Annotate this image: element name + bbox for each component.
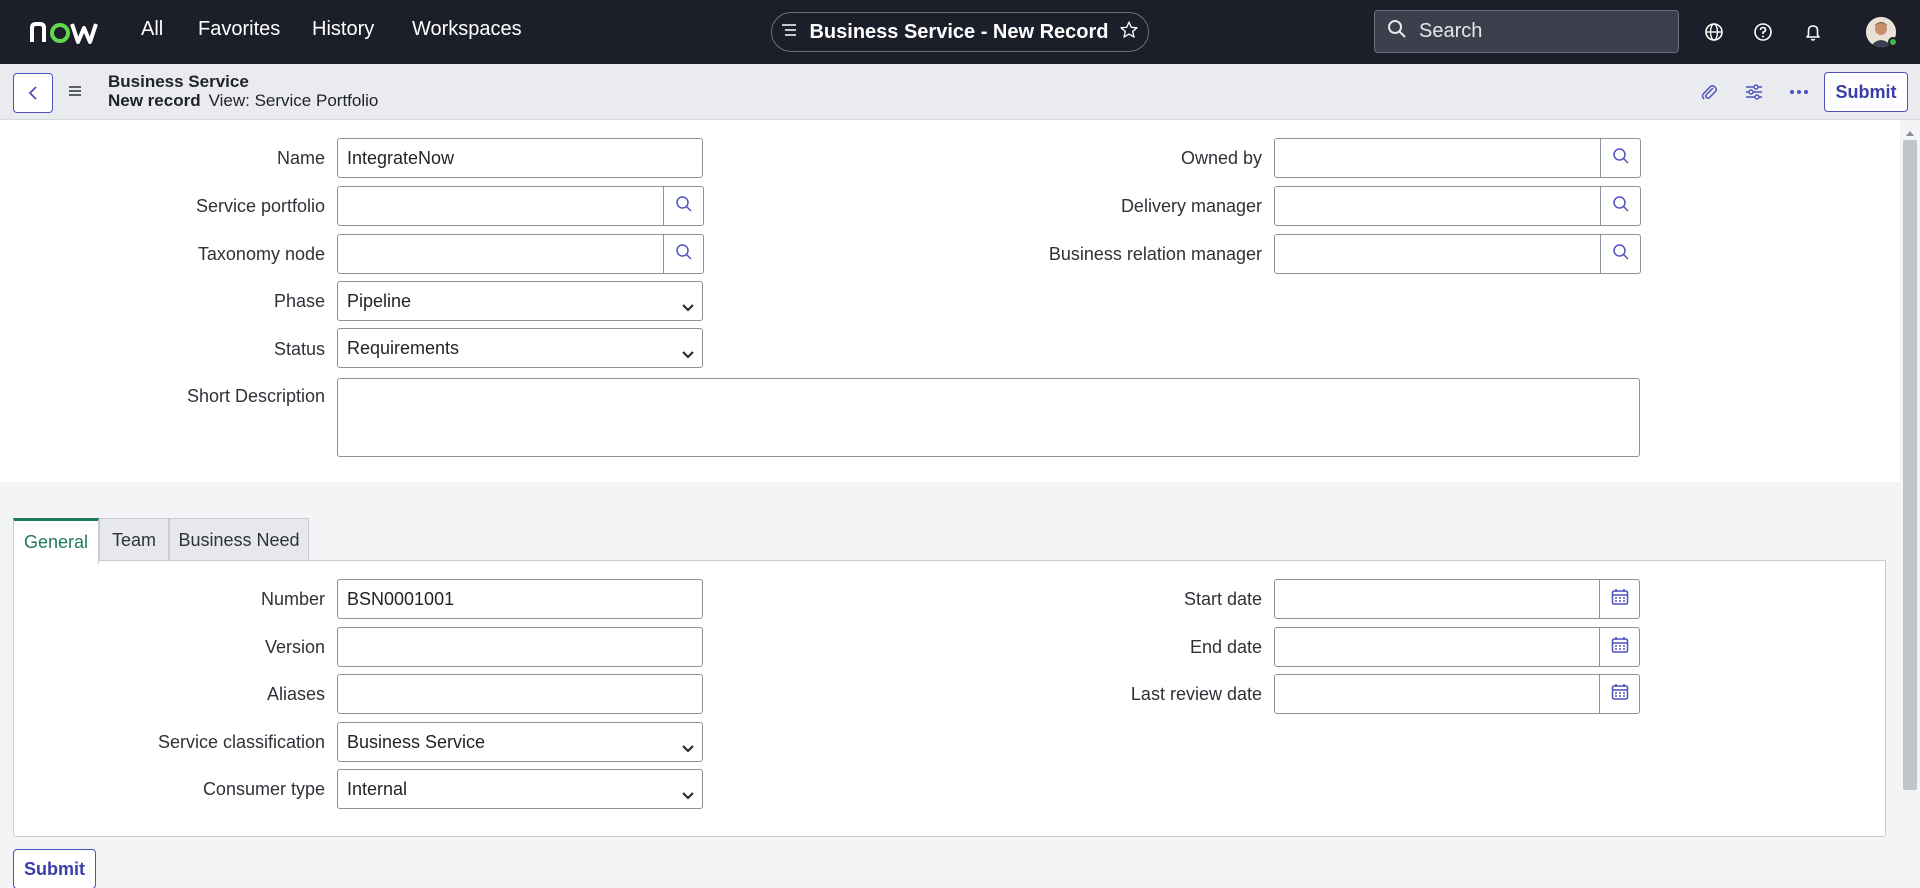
nav-all[interactable]: All bbox=[141, 18, 163, 41]
context-menu-icon[interactable] bbox=[67, 83, 83, 104]
tab-general[interactable]: General bbox=[13, 518, 99, 564]
short-description-textarea[interactable] bbox=[337, 378, 1640, 457]
top-navigation-bar: All Favorites History Workspaces Busines… bbox=[0, 0, 1920, 64]
globe-icon[interactable] bbox=[1702, 20, 1726, 44]
delivery-manager-lookup-button[interactable] bbox=[1601, 186, 1641, 226]
consumer-type-select[interactable]: Internal bbox=[337, 769, 703, 809]
name-label: Name bbox=[276, 148, 325, 168]
form-subtitle: New record View: Service Portfolio bbox=[108, 91, 378, 111]
phase-label: Phase bbox=[273, 291, 325, 311]
search-icon bbox=[675, 243, 693, 266]
number-label: Number bbox=[260, 589, 325, 609]
scrollbar-thumb[interactable] bbox=[1903, 140, 1917, 790]
chevron-down-icon bbox=[682, 296, 694, 317]
last-review-date-label: Last review date bbox=[1130, 684, 1262, 704]
nav-favorites[interactable]: Favorites bbox=[198, 18, 280, 41]
aliases-label: Aliases bbox=[266, 684, 325, 704]
record-title-pill[interactable]: Business Service - New Record bbox=[771, 12, 1149, 52]
servicenow-logo[interactable] bbox=[30, 16, 102, 48]
taxonomy-node-field[interactable] bbox=[337, 234, 664, 274]
service-classification-value: Business Service bbox=[347, 731, 486, 752]
owned-by-label: Owned by bbox=[1180, 148, 1262, 168]
name-field[interactable]: IntegrateNow bbox=[337, 138, 703, 178]
start-date-label: Start date bbox=[1183, 589, 1262, 609]
business-relation-manager-label: Business relation manager bbox=[1048, 244, 1262, 264]
submit-button-footer[interactable]: Submit bbox=[13, 849, 96, 888]
business-relation-manager-lookup-button[interactable] bbox=[1601, 234, 1641, 274]
form-header: Business Service New record View: Service… bbox=[0, 64, 1920, 120]
online-status-indicator bbox=[1888, 37, 1898, 47]
number-field[interactable]: BSN0001001 bbox=[337, 579, 703, 619]
search-icon bbox=[1387, 19, 1407, 44]
calendar-icon bbox=[1611, 683, 1629, 706]
record-title: Business Service - New Record bbox=[809, 20, 1109, 43]
start-date-picker-button[interactable] bbox=[1600, 579, 1640, 619]
phase-select[interactable]: Pipeline bbox=[337, 281, 703, 321]
short-description-label: Short Description bbox=[186, 386, 325, 406]
version-field[interactable] bbox=[337, 627, 703, 667]
version-label: Version bbox=[264, 637, 325, 657]
last-review-date-field[interactable] bbox=[1274, 674, 1600, 714]
aliases-field[interactable] bbox=[337, 674, 703, 714]
nav-history[interactable]: History bbox=[312, 18, 374, 41]
service-portfolio-lookup-button[interactable] bbox=[664, 186, 704, 226]
calendar-icon bbox=[1611, 588, 1629, 611]
last-review-date-picker-button[interactable] bbox=[1600, 674, 1640, 714]
calendar-icon bbox=[1611, 636, 1629, 659]
delivery-manager-label: Delivery manager bbox=[1120, 196, 1262, 216]
service-classification-select[interactable]: Business Service bbox=[337, 722, 703, 762]
taxonomy-node-label: Taxonomy node bbox=[197, 244, 325, 264]
global-search-input[interactable]: Search bbox=[1374, 10, 1679, 53]
taxonomy-node-lookup-button[interactable] bbox=[664, 234, 704, 274]
tab-business-need[interactable]: Business Need bbox=[169, 518, 309, 562]
search-icon bbox=[1612, 195, 1630, 218]
submit-button-header[interactable]: Submit bbox=[1824, 72, 1908, 112]
status-select[interactable]: Requirements bbox=[337, 328, 703, 368]
help-icon[interactable] bbox=[1751, 20, 1775, 44]
more-options-icon[interactable] bbox=[1787, 80, 1811, 104]
consumer-type-label: Consumer type bbox=[202, 779, 325, 799]
tab-team[interactable]: Team bbox=[99, 518, 169, 562]
owned-by-field[interactable] bbox=[1274, 138, 1601, 178]
notification-bell-icon[interactable] bbox=[1801, 20, 1825, 44]
business-relation-manager-field[interactable] bbox=[1274, 234, 1601, 274]
owned-by-lookup-button[interactable] bbox=[1601, 138, 1641, 178]
status-value: Requirements bbox=[347, 337, 460, 358]
chevron-down-icon bbox=[682, 737, 694, 758]
search-icon bbox=[1612, 147, 1630, 170]
attachment-paperclip-icon[interactable] bbox=[1697, 80, 1721, 104]
search-icon bbox=[1612, 243, 1630, 266]
chevron-down-icon bbox=[682, 784, 694, 805]
list-icon bbox=[781, 23, 797, 42]
service-portfolio-label: Service portfolio bbox=[195, 196, 325, 216]
service-portfolio-field[interactable] bbox=[337, 186, 664, 226]
phase-value: Pipeline bbox=[347, 290, 412, 311]
service-classification-label: Service classification bbox=[157, 732, 325, 752]
view-label: View: Service Portfolio bbox=[208, 91, 379, 110]
end-date-field[interactable] bbox=[1274, 627, 1600, 667]
personalize-form-icon[interactable] bbox=[1742, 80, 1766, 104]
end-date-picker-button[interactable] bbox=[1600, 627, 1640, 667]
search-placeholder: Search bbox=[1419, 20, 1483, 42]
status-label: Status bbox=[273, 339, 325, 359]
back-button[interactable] bbox=[13, 73, 53, 113]
consumer-type-value: Internal bbox=[347, 778, 408, 799]
chevron-down-icon bbox=[682, 343, 694, 364]
favorite-star-icon[interactable] bbox=[1119, 20, 1139, 45]
form-table-name: Business Service bbox=[108, 72, 249, 91]
nav-workspaces[interactable]: Workspaces bbox=[412, 18, 522, 41]
end-date-label: End date bbox=[1189, 637, 1262, 657]
delivery-manager-field[interactable] bbox=[1274, 186, 1601, 226]
start-date-field[interactable] bbox=[1274, 579, 1600, 619]
search-icon bbox=[675, 195, 693, 218]
record-status-label: New record bbox=[108, 91, 201, 110]
